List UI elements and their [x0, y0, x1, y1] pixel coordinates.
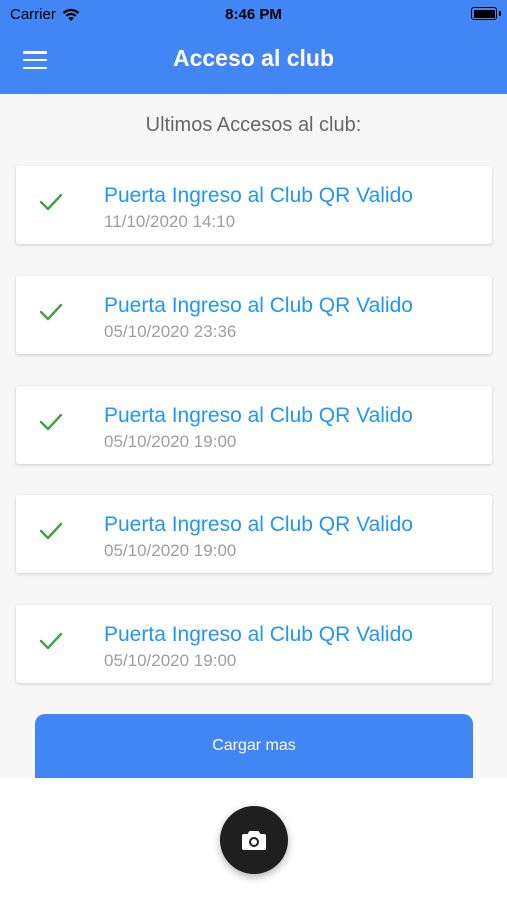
app-bar: Carrier 8:46 PM Acceso al club: [0, 0, 507, 94]
status-time: 8:46 PM: [225, 6, 282, 23]
status-bar: Carrier 8:46 PM: [0, 0, 507, 28]
access-card[interactable]: Puerta Ingreso al Club QR Valido 05/10/2…: [16, 276, 492, 354]
access-title: Puerta Ingreso al Club QR Valido: [104, 404, 413, 427]
battery-icon: [471, 7, 497, 20]
check-icon: [39, 522, 63, 540]
app-screen: Carrier 8:46 PM Acceso al club Ultimos A…: [0, 0, 507, 900]
access-date: 05/10/2020 23:36: [104, 322, 237, 341]
access-date: 11/10/2020 14:10: [104, 212, 236, 231]
access-card[interactable]: Puerta Ingreso al Club QR Valido 05/10/2…: [16, 386, 492, 464]
access-card[interactable]: Puerta Ingreso al Club QR Valido 05/10/2…: [16, 605, 492, 683]
check-icon: [39, 632, 63, 650]
access-date: 05/10/2020 19:00: [104, 541, 237, 560]
access-title: Puerta Ingreso al Club QR Valido: [104, 294, 413, 317]
access-date: 05/10/2020 19:00: [104, 651, 237, 670]
check-icon: [39, 193, 63, 211]
access-title: Puerta Ingreso al Club QR Valido: [104, 513, 413, 536]
access-card[interactable]: Puerta Ingreso al Club QR Valido 11/10/2…: [16, 166, 492, 244]
load-more-button[interactable]: Cargar mas: [35, 714, 473, 778]
page-title: Acceso al club: [172, 45, 335, 71]
header: Acceso al club: [0, 28, 507, 94]
battery-tip: [499, 11, 501, 16]
camera-icon: [242, 831, 266, 850]
check-icon: [39, 413, 63, 431]
section-subtitle: Ultimos Accesos al club:: [145, 114, 362, 136]
access-card[interactable]: Puerta Ingreso al Club QR Valido 05/10/2…: [16, 495, 492, 573]
camera-button[interactable]: [220, 806, 288, 874]
access-date: 05/10/2020 19:00: [104, 432, 237, 451]
check-icon: [39, 303, 63, 321]
access-title: Puerta Ingreso al Club QR Valido: [104, 184, 413, 207]
access-title: Puerta Ingreso al Club QR Valido: [104, 623, 413, 646]
